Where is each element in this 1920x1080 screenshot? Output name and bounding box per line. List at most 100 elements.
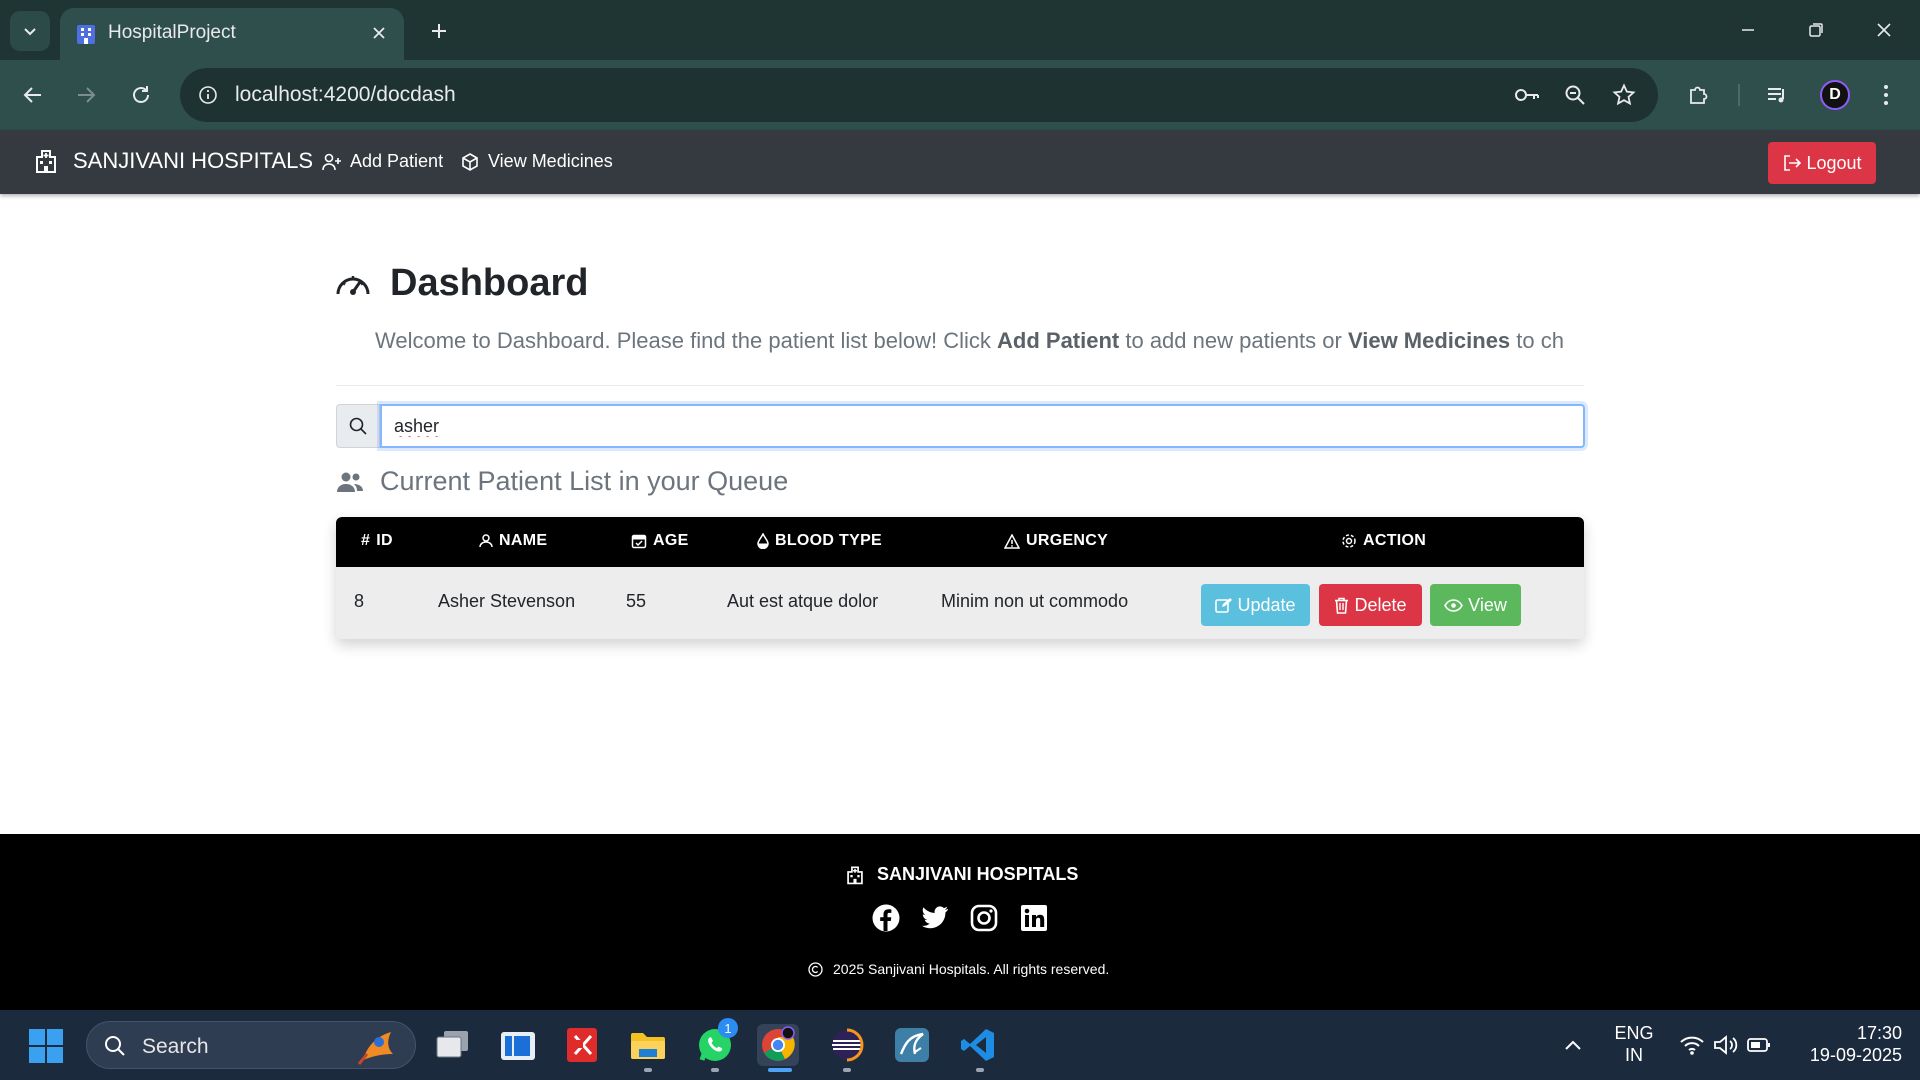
calendar-icon <box>631 534 647 549</box>
clock[interactable]: 17:30 19-09-2025 <box>1792 1022 1902 1066</box>
language-indicator[interactable]: ENG IN <box>1610 1022 1658 1066</box>
tab-close-button[interactable] <box>366 20 392 46</box>
restore-icon <box>1809 23 1823 37</box>
linkedin-link[interactable] <box>1018 902 1050 934</box>
welcome-suffix: to ch <box>1510 328 1564 353</box>
patient-table: # ID NAME AGE BLOOD TYPE URGENCY ACTION … <box>336 517 1584 639</box>
playlist-icon <box>1768 88 1784 103</box>
new-tab-button[interactable] <box>424 16 454 46</box>
system-tray-group[interactable] <box>1670 1024 1780 1066</box>
box-icon <box>462 152 478 171</box>
eye-icon <box>1444 598 1464 612</box>
hospital-icon <box>36 150 56 173</box>
info-icon <box>199 86 217 104</box>
bookmark-button[interactable] <box>1609 80 1639 110</box>
windows-start-icon[interactable] <box>28 1028 64 1064</box>
tab-search-button[interactable] <box>10 11 50 51</box>
close-window-button[interactable] <box>1862 12 1906 48</box>
mysql-workbench-app[interactable] <box>891 1024 933 1066</box>
cell-name: Asher Stevenson <box>438 591 576 611</box>
update-label: Update <box>1237 594 1296 615</box>
nav-view-medicines[interactable]: View Medicines <box>460 151 613 172</box>
instagram-link[interactable] <box>968 902 1000 934</box>
search-icon <box>349 417 367 435</box>
mysql-workbench-icon <box>895 1028 929 1062</box>
whatsapp-app[interactable]: 1 <box>694 1018 738 1066</box>
column-header-id[interactable]: # ID <box>361 532 393 550</box>
logout-button[interactable]: Logout <box>1768 142 1876 184</box>
search-input[interactable] <box>380 404 1585 448</box>
extensions-button[interactable] <box>1681 77 1717 113</box>
navbar-brand[interactable]: SANJIVANI HOSPITALS <box>33 148 313 174</box>
column-header-action[interactable]: ACTION <box>1341 532 1426 550</box>
copyright-icon <box>808 961 823 977</box>
delete-button[interactable]: Delete <box>1319 584 1422 626</box>
column-header-urgency-label: URGENCY <box>1026 532 1109 549</box>
hospital-icon <box>847 865 863 884</box>
browser-tab-strip: HospitalProject <box>0 0 1920 60</box>
facebook-link[interactable] <box>870 902 902 934</box>
clock-date: 19-09-2025 <box>1809 1045 1902 1065</box>
patient-search-group <box>336 404 1585 448</box>
password-key-button[interactable] <box>1512 80 1542 110</box>
chrome-app[interactable] <box>757 1024 799 1066</box>
column-header-blood-type-label: BLOOD TYPE <box>775 532 883 549</box>
column-header-urgency[interactable]: URGENCY <box>1004 532 1108 550</box>
show-hidden-icons-button[interactable] <box>1555 1024 1591 1066</box>
column-header-age[interactable]: AGE <box>631 532 689 550</box>
column-header-blood-type[interactable]: BLOOD TYPE <box>757 532 882 550</box>
welcome-add-patient: Add Patient <box>997 328 1120 353</box>
url-text: localhost:4200/docdash <box>235 83 456 106</box>
eclipse-running-indicator <box>843 1068 851 1072</box>
zoom-button[interactable] <box>1560 80 1590 110</box>
task-view-app[interactable] <box>432 1024 474 1066</box>
taskbar-search[interactable]: Search <box>86 1021 416 1069</box>
close-icon <box>373 27 385 39</box>
vscode-app[interactable] <box>957 1024 999 1066</box>
zoom-out-icon <box>1565 85 1585 105</box>
delete-label: Delete <box>1354 594 1407 615</box>
warning-icon <box>1004 533 1020 549</box>
twitter-link[interactable] <box>919 902 951 934</box>
trash-icon <box>1335 597 1349 614</box>
copyright: 2025 Sanjivani Hospitals. All rights res… <box>808 961 1109 977</box>
brand-text: SANJIVANI HOSPITALS <box>73 148 314 173</box>
folder-icon <box>631 1033 665 1059</box>
star-icon <box>1612 83 1636 106</box>
column-header-age-label: AGE <box>653 532 689 549</box>
nav-add-patient[interactable]: Add Patient <box>322 151 443 172</box>
pdf-app[interactable] <box>562 1024 604 1066</box>
minimize-button[interactable] <box>1726 12 1770 48</box>
cell-urgency: Minim non ut commodo <box>941 591 1129 611</box>
taskbar-search-label: Search <box>142 1035 209 1058</box>
address-bar[interactable]: localhost:4200/docdash <box>180 68 1658 122</box>
battery-icon <box>1747 1038 1770 1052</box>
welcome-prefix: Welcome to Dashboard. Please find the pa… <box>375 328 998 353</box>
footer-brand-text: SANJIVANI HOSPITALS <box>877 864 1079 884</box>
chevron-down-icon <box>24 28 36 36</box>
vscode-running-indicator <box>976 1068 984 1072</box>
droplet-icon <box>757 533 769 549</box>
restore-button[interactable] <box>1794 12 1838 48</box>
profile-avatar[interactable]: D <box>1820 80 1850 110</box>
reload-button[interactable] <box>123 77 159 113</box>
file-explorer-app[interactable] <box>627 1024 669 1066</box>
store-app[interactable] <box>497 1024 539 1066</box>
column-header-name[interactable]: NAME <box>479 532 547 550</box>
explorer-running-indicator <box>644 1068 652 1072</box>
forward-button[interactable] <box>68 77 104 113</box>
tab-title: HospitalProject <box>108 22 236 43</box>
browser-menu-button[interactable] <box>1868 77 1904 113</box>
view-button[interactable]: View <box>1430 584 1521 626</box>
user-plus-icon <box>322 153 341 170</box>
back-button[interactable] <box>15 77 51 113</box>
update-button[interactable]: Update <box>1201 584 1310 626</box>
browser-tab[interactable]: HospitalProject <box>60 8 404 60</box>
vscode-icon <box>961 1029 994 1061</box>
site-info-button[interactable] <box>194 81 222 109</box>
media-control-button[interactable] <box>1759 77 1795 113</box>
eclipse-app[interactable] <box>826 1024 868 1066</box>
arrow-right-icon <box>78 87 96 103</box>
column-header-id-label: ID <box>376 532 393 549</box>
toolbar-separator <box>1738 84 1740 106</box>
